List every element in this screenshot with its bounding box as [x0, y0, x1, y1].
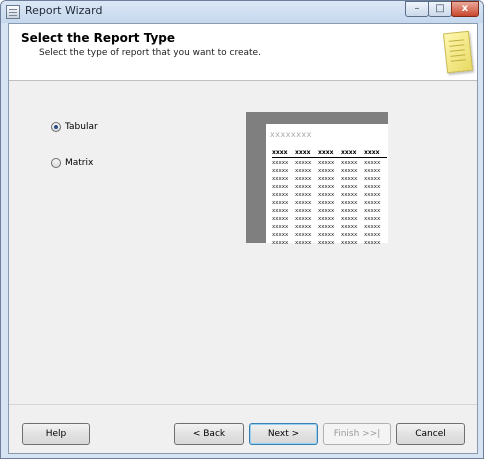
preview-cell: xxxxx	[318, 208, 335, 214]
preview-column: xxxx xxxxx xxxxx xxxxx xxxxx xxxxx xxxxx xxxxx x…	[272, 148, 295, 247]
help-button-label: Help	[45, 429, 67, 439]
report-preview: xxxxxxxx xxxx xxxxx xxxxx xxxxx xxxxx xxxxx xx…	[246, 112, 388, 246]
preview-cell: xxxxx	[295, 160, 312, 166]
option-matrix[interactable]: Matrix	[51, 158, 93, 168]
help-button[interactable]: Help	[22, 423, 90, 445]
preview-cell: xxxxx	[364, 208, 381, 214]
preview-cell: xxxxx	[364, 240, 381, 246]
preview-cell: xxxxx	[295, 184, 312, 190]
preview-cell: xxxxx	[295, 208, 312, 214]
preview-cell: xxxxx	[318, 168, 335, 174]
finish-button-label: Finish >>|	[333, 429, 381, 439]
preview-column-header: xxxx	[272, 148, 295, 158]
preview-column-header: xxxx	[318, 148, 341, 158]
preview-cell: xxxxx	[295, 192, 312, 198]
preview-cell: xxxxx	[295, 216, 312, 222]
preview-cell: xxxxx	[364, 224, 381, 230]
preview-cell: xxxxx	[341, 192, 358, 198]
preview-cell: xxxxx	[318, 240, 335, 246]
next-button-label: Next >	[267, 429, 300, 439]
preview-cell: xxxxx	[272, 168, 289, 174]
back-button[interactable]: < Back	[174, 423, 244, 445]
preview-cell: xxxxx	[341, 216, 358, 222]
preview-title: xxxxxxxx	[270, 130, 312, 139]
preview-cell: xxxxx	[364, 232, 381, 238]
preview-cell: xxxxx	[272, 232, 289, 238]
preview-cell: xxxxx	[341, 200, 358, 206]
preview-cell: xxxxx	[272, 240, 289, 246]
preview-column: xxxx xxxxx xxxxx xxxxx xxxxx xxxxx xxxxx xxxxx x…	[295, 148, 318, 247]
preview-cell: xxxxx	[272, 224, 289, 230]
finish-button[interactable]: Finish >>|	[323, 423, 391, 445]
preview-cell: xxxxx	[295, 224, 312, 230]
preview-cell: xxxxx	[318, 224, 335, 230]
preview-cell: xxxxx	[341, 168, 358, 174]
preview-column: xxxx xxxxx xxxxx xxxxx xxxxx xxxxx xxxxx xxxxx x…	[364, 148, 387, 247]
preview-cell: xxxxx	[341, 160, 358, 166]
next-button[interactable]: Next >	[249, 423, 318, 445]
preview-cell: xxxxx	[364, 168, 381, 174]
preview-paper: xxxxxxxx xxxx xxxxx xxxxx xxxxx xxxxx xxxxx xx…	[266, 124, 388, 246]
preview-cell: xxxxx	[341, 208, 358, 214]
preview-cell: xxxxx	[272, 208, 289, 214]
window-title: Report Wizard	[25, 4, 103, 17]
maximize-button[interactable]: □	[428, 1, 452, 17]
wizard-content: Select the Report Type Select the type o…	[8, 23, 478, 454]
preview-cell: xxxxx	[272, 160, 289, 166]
notepad-icon	[442, 30, 474, 74]
cancel-button[interactable]: Cancel	[396, 423, 465, 445]
preview-cell: xxxxx	[295, 168, 312, 174]
minimize-button[interactable]: –	[405, 1, 429, 17]
footer-divider	[9, 404, 477, 405]
preview-cell: xxxxx	[295, 240, 312, 246]
option-tabular[interactable]: Tabular	[51, 122, 98, 132]
title-bar[interactable]: Report Wizard – □ x	[1, 1, 483, 23]
page-title: Select the Report Type	[21, 31, 176, 45]
preview-column: xxxx xxxxx xxxxx xxxxx xxxxx xxxxx xxxxx xxxxx x…	[341, 148, 364, 247]
preview-cell: xxxxx	[318, 176, 335, 182]
cancel-button-label: Cancel	[415, 429, 446, 439]
preview-cell: xxxxx	[364, 216, 381, 222]
preview-cell: xxxxx	[295, 176, 312, 182]
preview-cell: xxxxx	[272, 192, 289, 198]
preview-column-header: xxxx	[364, 148, 387, 158]
preview-cell: xxxxx	[341, 232, 358, 238]
close-button[interactable]: x	[451, 1, 479, 17]
preview-cell: xxxxx	[364, 192, 381, 198]
preview-cell: xxxxx	[318, 216, 335, 222]
preview-column: xxxx xxxxx xxxxx xxxxx xxxxx xxxxx xxxxx xxxxx x…	[318, 148, 341, 247]
preview-cell: xxxxx	[272, 176, 289, 182]
wizard-header: Select the Report Type Select the type o…	[9, 24, 477, 81]
preview-column-header: xxxx	[295, 148, 318, 158]
preview-cell: xxxxx	[341, 184, 358, 190]
preview-column-header: xxxx	[341, 148, 364, 158]
preview-cell: xxxxx	[295, 200, 312, 206]
preview-cell: xxxxx	[272, 184, 289, 190]
app-icon	[6, 5, 20, 19]
tabular-label[interactable]: Tabular	[65, 122, 98, 132]
preview-cell: xxxxx	[318, 200, 335, 206]
preview-cell: xxxxx	[364, 176, 381, 182]
preview-cell: xxxxx	[364, 200, 381, 206]
preview-cell: xxxxx	[272, 216, 289, 222]
preview-cell: xxxxx	[341, 224, 358, 230]
preview-cell: xxxxx	[318, 160, 335, 166]
preview-cell: xxxxx	[272, 200, 289, 206]
preview-cell: xxxxx	[341, 176, 358, 182]
preview-cell: xxxxx	[341, 240, 358, 246]
tabular-radio[interactable]	[51, 122, 61, 132]
preview-table: xxxx xxxxx xxxxx xxxxx xxxxx xxxxx xxxxx xxxxx x…	[272, 148, 387, 247]
matrix-radio[interactable]	[51, 158, 61, 168]
page-subtitle: Select the type of report that you want …	[39, 48, 261, 58]
back-button-label: < Back	[192, 429, 226, 439]
preview-cell: xxxxx	[318, 192, 335, 198]
matrix-label[interactable]: Matrix	[65, 158, 93, 168]
preview-cell: xxxxx	[364, 160, 381, 166]
preview-cell: xxxxx	[318, 184, 335, 190]
preview-cell: xxxxx	[295, 232, 312, 238]
report-wizard-window: Report Wizard – □ x Select the Report Ty…	[0, 0, 484, 459]
preview-cell: xxxxx	[364, 184, 381, 190]
preview-cell: xxxxx	[318, 232, 335, 238]
